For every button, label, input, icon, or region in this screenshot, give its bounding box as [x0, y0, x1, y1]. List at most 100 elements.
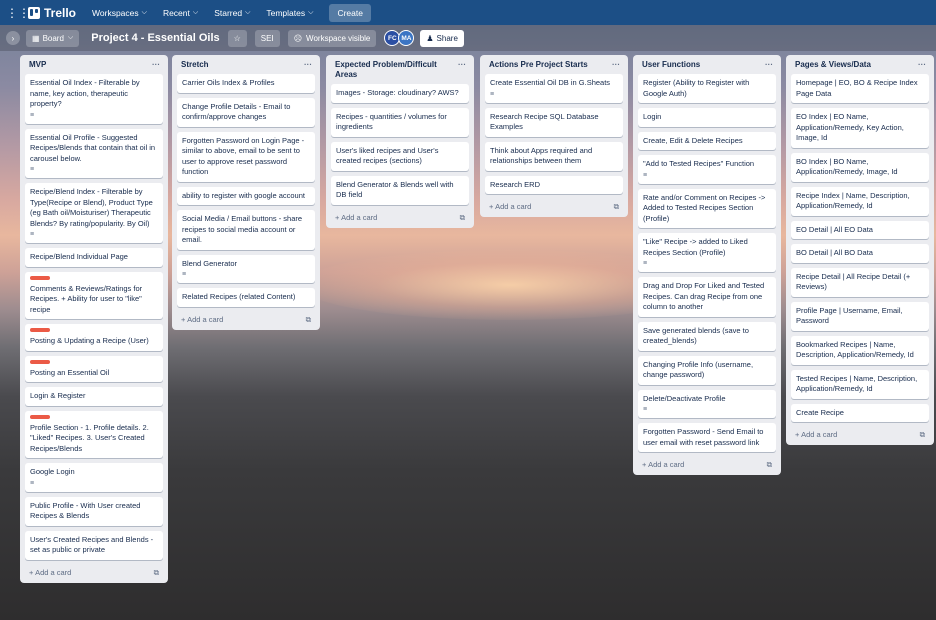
card[interactable]: Create Essential Oil DB in G.Sheats ≡ [485, 74, 623, 103]
card[interactable]: Homepage | EO, BO & Recipe Index Page Da… [791, 74, 929, 103]
template-icon[interactable]: ⧉ [154, 568, 159, 578]
card[interactable]: User's liked recipes and User's created … [331, 141, 469, 171]
board-view-switcher[interactable]: ▦ Board ⌵ [26, 29, 80, 47]
card[interactable]: Profile Section - 1. Profile details. 2.… [25, 410, 163, 458]
board-title[interactable]: Project 4 - Essential Oils [91, 32, 219, 44]
card[interactable]: Comments & Reviews/Ratings for Recipes. … [25, 271, 163, 319]
card[interactable]: Blend Generator & Blends well with DB fi… [331, 175, 469, 205]
card[interactable]: Posting & Updating a Recipe (User) [25, 324, 163, 351]
add-card-button[interactable]: + Add a card ⧉ [25, 565, 163, 579]
card[interactable]: Recipe/Blend Individual Page [25, 248, 163, 267]
list-title[interactable]: Pages & Views/Data [795, 60, 871, 70]
add-card-button[interactable]: + Add a card ⧉ [638, 457, 776, 471]
card[interactable]: Change Profile Details - Email to confir… [177, 97, 315, 127]
card[interactable]: Rate and/or Comment on Recipes -> Added … [638, 188, 776, 228]
card[interactable]: Google Login ≡ [25, 463, 163, 492]
card[interactable]: Save generated blends (save to created_b… [638, 321, 776, 351]
card[interactable]: Research ERD [485, 175, 623, 194]
list-header[interactable]: User Functions ··· [638, 55, 776, 74]
add-card-button[interactable]: + Add a card ⧉ [331, 210, 469, 224]
list-title[interactable]: User Functions [642, 60, 700, 70]
expand-sidebar-icon[interactable]: › [6, 31, 20, 45]
trello-logo-icon [28, 6, 40, 19]
card[interactable]: Blend Generator ≡ [177, 254, 315, 283]
visibility-button[interactable]: ☹ Workspace visible [287, 29, 377, 47]
list-menu-icon[interactable]: ··· [152, 60, 160, 70]
card[interactable]: "Add to Tested Recipes" Function ≡ [638, 155, 776, 184]
share-button[interactable]: ♟ Share [420, 29, 464, 47]
card[interactable]: Recipe/Blend Index - Filterable by Type(… [25, 183, 163, 243]
list-title[interactable]: Actions Pre Project Starts [489, 60, 588, 70]
card[interactable]: Create, Edit & Delete Recipes [638, 131, 776, 150]
card[interactable]: Related Recipes (related Content) [177, 288, 315, 307]
template-icon[interactable]: ⧉ [306, 315, 311, 325]
card[interactable]: Drag and Drop For Liked and Tested Recip… [638, 277, 776, 317]
list-header[interactable]: Expected Problem/Difficult Areas ··· [331, 55, 469, 84]
people-icon: ☹ [293, 33, 303, 43]
card[interactable]: Login [638, 108, 776, 127]
card[interactable]: Carrier Oils Index & Profiles [177, 74, 315, 93]
card[interactable]: Posting an Essential Oil [25, 355, 163, 382]
template-icon[interactable]: ⧉ [767, 460, 772, 470]
list-menu-icon[interactable]: ··· [304, 60, 312, 70]
card[interactable]: Tested Recipes | Name, Description, Appl… [791, 369, 929, 399]
card[interactable]: Changing Profile Info (username, change … [638, 355, 776, 385]
card[interactable]: Public Profile - With User created Recip… [25, 496, 163, 526]
template-icon[interactable]: ⧉ [460, 213, 465, 223]
card[interactable]: Profile Page | Username, Email, Password [791, 301, 929, 331]
card[interactable]: BO Detail | All BO Data [791, 244, 929, 263]
card[interactable]: Essential Oil Index - Filterable by name… [25, 74, 163, 124]
card[interactable]: BO Index | BO Name, Application/Remedy, … [791, 152, 929, 182]
list-title[interactable]: Expected Problem/Difficult Areas [335, 60, 458, 80]
card[interactable]: Delete/Deactivate Profile ≡ [638, 389, 776, 418]
card[interactable]: Bookmarked Recipes | Name, Description, … [791, 335, 929, 365]
list-header[interactable]: Actions Pre Project Starts ··· [485, 55, 623, 74]
card[interactable]: Create Recipe [791, 403, 929, 422]
menu-starred[interactable]: Starred ⌵ [214, 8, 250, 18]
avatar[interactable]: MA [398, 30, 415, 46]
card[interactable]: Recipe Index | Name, Description, Applic… [791, 186, 929, 216]
list-header[interactable]: MVP ··· [25, 55, 163, 74]
list-header[interactable]: Stretch ··· [177, 55, 315, 74]
create-button[interactable]: Create [329, 3, 371, 22]
list-menu-icon[interactable]: ··· [458, 60, 466, 70]
card[interactable]: Recipes - quantities / volumes for ingre… [331, 107, 469, 137]
card[interactable]: EO Detail | All EO Data [791, 220, 929, 239]
card[interactable]: Research Recipe SQL Database Examples [485, 107, 623, 137]
apps-grid-icon[interactable]: ⋮⋮ [6, 6, 30, 20]
add-card-label: Add a card [801, 430, 838, 439]
card[interactable]: Register (Ability to Register with Googl… [638, 74, 776, 103]
card[interactable]: ability to register with google account [177, 186, 315, 205]
list-menu-icon[interactable]: ··· [765, 60, 773, 70]
card[interactable]: User's Created Recipes and Blends - set … [25, 530, 163, 560]
card[interactable]: Forgotten Password on Login Page - simil… [177, 131, 315, 182]
card[interactable]: Images - Storage: cloudinary? AWS? [331, 84, 469, 103]
list-title[interactable]: MVP [29, 60, 46, 70]
template-icon[interactable]: ⧉ [920, 430, 925, 440]
card[interactable]: Forgotten Password - Send Email to user … [638, 423, 776, 452]
top-navigation-bar: ⋮⋮ Trello Workspaces ⌵ Recent ⌵ Starred ⌵ T… [0, 0, 936, 25]
menu-recent[interactable]: Recent ⌵ [163, 8, 198, 18]
workspace-button[interactable]: SEI [254, 29, 280, 47]
card[interactable]: Think about Apps required and relationsh… [485, 141, 623, 171]
card[interactable]: Essential Oil Profile - Suggested Recipe… [25, 128, 163, 178]
trello-logo[interactable]: Trello [28, 6, 76, 20]
add-card-button[interactable]: + Add a card ⧉ [177, 312, 315, 326]
card-title: Create Essential Oil DB in G.Sheats [490, 78, 611, 87]
template-icon[interactable]: ⧉ [614, 202, 619, 212]
add-card-button[interactable]: + Add a card ⧉ [791, 427, 929, 441]
list-header[interactable]: Pages & Views/Data ··· [791, 55, 929, 74]
chevron-down-icon: ⌵ [245, 8, 251, 16]
card[interactable]: Social Media / Email buttons - share rec… [177, 210, 315, 250]
menu-workspaces[interactable]: Workspaces ⌵ [92, 8, 147, 18]
menu-templates[interactable]: Templates ⌵ [266, 8, 313, 18]
list-menu-icon[interactable]: ··· [918, 60, 926, 70]
star-board-button[interactable]: ☆ [227, 29, 247, 47]
add-card-button[interactable]: + Add a card ⧉ [485, 199, 623, 213]
list-title[interactable]: Stretch [181, 60, 209, 70]
list-menu-icon[interactable]: ··· [612, 60, 620, 70]
card[interactable]: Recipe Detail | All Recipe Detail (+ Rev… [791, 267, 929, 297]
card[interactable]: Login & Register [25, 387, 163, 406]
card[interactable]: EO Index | EO Name, Application/Remedy, … [791, 108, 929, 148]
card[interactable]: "Like" Recipe -> added to Liked Recipes … [638, 233, 776, 272]
